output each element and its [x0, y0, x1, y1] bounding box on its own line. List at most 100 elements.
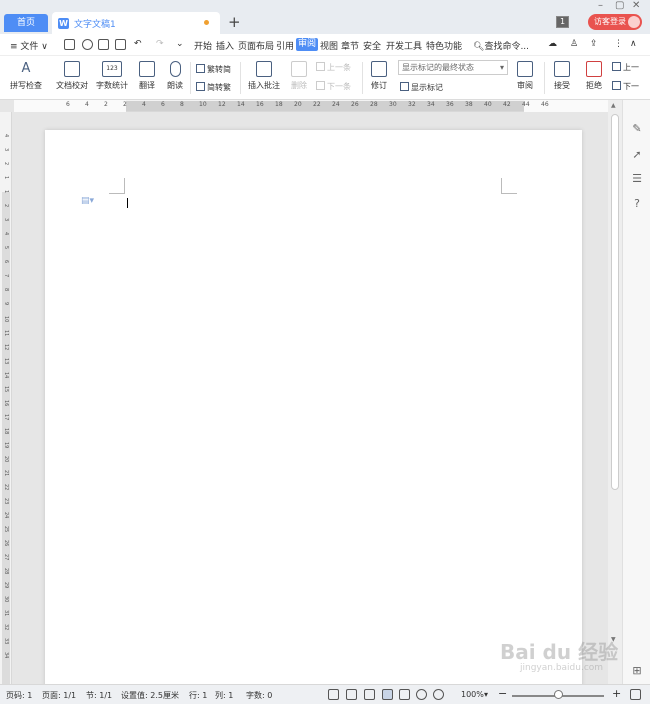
command-search-label: 查找命令...: [484, 42, 530, 52]
insert-comment-button[interactable]: 插入批注: [246, 61, 282, 91]
edit-pen-icon[interactable]: ✎: [630, 122, 644, 136]
tab-bar: 首页 W 文字文稿1 + – ▢ ✕ 1 访客登录: [0, 0, 650, 34]
minimize-button[interactable]: –: [598, 0, 603, 11]
vruler-tick: 4: [3, 134, 9, 138]
show-markup-button[interactable]: 显示标记: [400, 82, 443, 93]
translate-button[interactable]: 翻译: [134, 61, 160, 91]
pen-mode-icon[interactable]: [364, 689, 375, 700]
menu-tab-view[interactable]: 视图: [320, 39, 338, 52]
export-pdf-icon[interactable]: [82, 39, 93, 50]
menu-tab-start[interactable]: 开始: [194, 39, 212, 52]
menu-tab-review[interactable]: 审阅: [296, 38, 319, 51]
fit-page-icon[interactable]: [630, 689, 641, 700]
to-traditional-button[interactable]: 繁转简: [196, 64, 231, 75]
track-changes-button[interactable]: 修订: [366, 61, 392, 91]
reject-change-button[interactable]: 拒绝: [582, 61, 606, 91]
menu-tab-security[interactable]: 安全: [363, 39, 381, 52]
zoom-level[interactable]: 100%: [461, 690, 484, 699]
vertical-scrollbar[interactable]: ▲ ▼: [608, 100, 622, 684]
tab-document[interactable]: W 文字文稿1: [52, 12, 220, 34]
menu-tab-features[interactable]: 特色功能: [426, 39, 462, 52]
document-page[interactable]: ▤▾: [45, 130, 582, 684]
status-word-count[interactable]: 字数: 0: [246, 690, 272, 701]
word-doc-icon: W: [58, 18, 69, 29]
scrollbar-thumb[interactable]: [611, 114, 619, 490]
eye-protection-icon[interactable]: [433, 689, 444, 700]
cloud-icon[interactable]: ☁: [548, 39, 557, 49]
ruler-tick: 22: [313, 101, 321, 108]
vertical-ruler[interactable]: 4 3 2 1 1 2 3 4 5 6 7 8 9 10 11 12 13 14 15 16 17 18 19 20 21 22 2…: [0, 112, 12, 684]
zoom-in-button[interactable]: +: [612, 687, 621, 700]
vruler-tick: 31: [3, 610, 9, 617]
review-pane-button[interactable]: 审阅: [514, 61, 536, 91]
prev-comment-button[interactable]: 上一条: [316, 62, 351, 73]
collaborate-icon[interactable]: ♙: [570, 39, 578, 49]
status-setting[interactable]: 设置值: 2.5厘米: [121, 690, 179, 701]
proofread-button[interactable]: 文档校对: [54, 61, 90, 91]
web-view-icon[interactable]: [416, 689, 427, 700]
read-mode-icon[interactable]: [346, 689, 357, 700]
page-view-icon[interactable]: [382, 689, 393, 700]
restore-button[interactable]: ▢: [615, 0, 624, 11]
zoom-dropdown-icon[interactable]: ▾: [484, 690, 488, 699]
text-cursor: [127, 198, 128, 208]
settings-sliders-icon[interactable]: ☰: [630, 172, 644, 186]
prev-change-button[interactable]: 上一: [612, 62, 639, 73]
tab-home[interactable]: 首页: [4, 14, 48, 32]
vruler-tick: 12: [3, 344, 9, 351]
more-icon[interactable]: ⋮: [614, 39, 623, 49]
undo-icon[interactable]: ↶: [134, 39, 142, 49]
select-pointer-icon[interactable]: ➚: [630, 148, 644, 162]
ruler-tick: 12: [218, 101, 226, 108]
file-menu[interactable]: ≡ 文件 ∨: [10, 39, 48, 52]
menu-tab-layout[interactable]: 页面布局: [238, 39, 274, 52]
vruler-tick: 15: [3, 386, 9, 393]
document-area[interactable]: ▤▾: [12, 112, 608, 684]
scroll-up-icon[interactable]: ▲: [611, 102, 616, 109]
save-icon[interactable]: [64, 39, 75, 50]
zoom-out-button[interactable]: −: [498, 687, 507, 700]
menu-tab-references[interactable]: 引用: [276, 39, 294, 52]
help-icon[interactable]: ?: [630, 197, 644, 211]
redo-icon[interactable]: ↷: [156, 39, 164, 49]
accept-change-button[interactable]: 接受: [550, 61, 574, 91]
customize-chevron-icon[interactable]: ⌄: [176, 39, 184, 49]
guest-login-button[interactable]: 访客登录: [588, 14, 642, 30]
new-tab-button[interactable]: +: [228, 13, 241, 31]
zoom-slider-handle[interactable]: [554, 690, 563, 699]
status-column: 列: 1: [215, 691, 234, 700]
markup-display-select[interactable]: 显示标记的最终状态 ▾: [398, 60, 508, 75]
grid-apps-icon[interactable]: ⊞: [630, 664, 644, 678]
window-count-badge[interactable]: 1: [556, 16, 569, 28]
next-change-button[interactable]: 下一: [612, 81, 639, 92]
menu-tab-developer[interactable]: 开发工具: [386, 39, 422, 52]
status-page-number[interactable]: 页码: 1: [6, 690, 32, 701]
collapse-ribbon-icon[interactable]: ∧: [630, 39, 637, 49]
spellcheck-button[interactable]: A 拼写检查: [8, 61, 44, 91]
close-button[interactable]: ✕: [632, 0, 640, 11]
share-icon[interactable]: ⇪: [590, 39, 598, 49]
next-comment-button[interactable]: 下一条: [316, 81, 351, 92]
to-simplified-button[interactable]: 简转繁: [196, 82, 231, 93]
wordcount-button[interactable]: 123 字数统计: [94, 61, 130, 91]
outline-view-icon[interactable]: [399, 689, 410, 700]
menu-tab-sections[interactable]: 章节: [341, 39, 359, 52]
review-pane-label: 审阅: [517, 81, 533, 90]
ruler-tick: 6: [66, 101, 70, 108]
command-search[interactable]: 🔍︎查找命令...: [473, 39, 529, 52]
accept-icon: [554, 61, 570, 77]
read-aloud-button[interactable]: 朗读: [164, 61, 186, 91]
paragraph-menu-icon[interactable]: ▤▾: [81, 196, 94, 206]
status-pages: 页面: 1/1: [42, 691, 77, 700]
next-change-icon: [612, 81, 621, 90]
vruler-tick: 14: [3, 372, 9, 379]
vruler-tick: 32: [3, 624, 9, 631]
fullscreen-icon[interactable]: [328, 689, 339, 700]
next-comment-label: 下一条: [327, 82, 351, 91]
menu-tab-insert[interactable]: 插入: [216, 39, 234, 52]
search-icon: 🔍︎: [473, 42, 485, 52]
horizontal-ruler[interactable]: 6 4 2 2 4 6 8 10 12 14 16 18 20 22 24 26 28 30 32 34 36 38 40 4…: [14, 100, 608, 112]
delete-comment-button[interactable]: 删除: [286, 61, 312, 91]
print-icon[interactable]: [98, 39, 109, 50]
print-preview-icon[interactable]: [115, 39, 126, 50]
